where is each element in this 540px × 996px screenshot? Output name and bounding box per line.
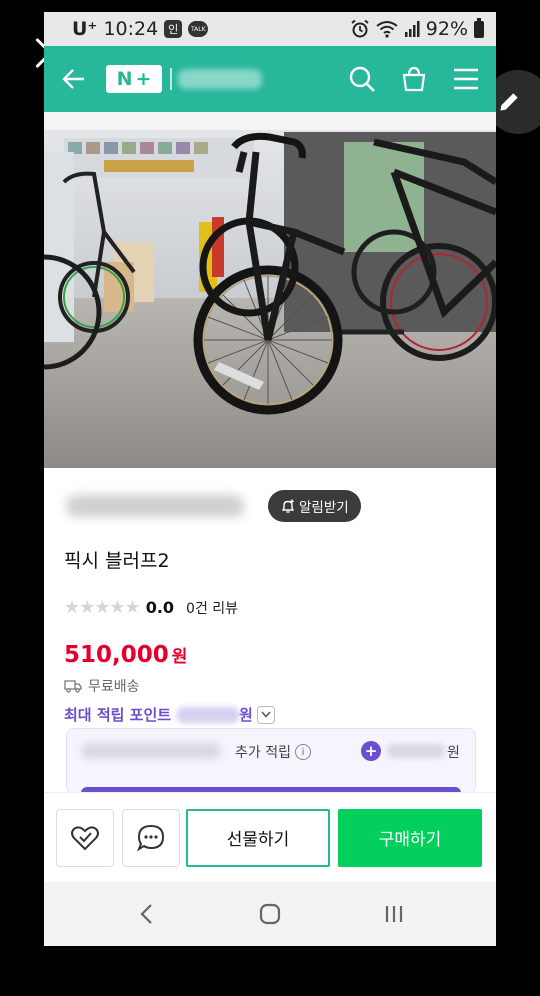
alarm-icon xyxy=(351,19,369,38)
battery-icon xyxy=(474,17,484,38)
product-photo[interactable] xyxy=(44,112,496,468)
price-value: 510,000 xyxy=(64,642,169,668)
shopping-bag-icon[interactable] xyxy=(398,63,430,95)
price-unit: 원 xyxy=(171,647,188,667)
truck-icon xyxy=(64,680,82,693)
alarm-subscribe-button[interactable]: 알림받기 xyxy=(268,490,361,522)
star-rating-icon: ★★★★★ xyxy=(64,597,141,618)
points-label: 최대 적립 포인트 xyxy=(64,706,172,724)
menu-icon[interactable] xyxy=(450,63,482,95)
extra-points-text: 추가 적립 xyxy=(235,745,291,761)
logo-divider xyxy=(170,68,172,90)
rating-row[interactable]: ★★★★★ 0.0 0건 리뷰 xyxy=(64,597,476,618)
buy-button[interactable]: 구매하기 xyxy=(338,808,482,867)
store-name-redacted xyxy=(178,69,262,89)
wifi-icon xyxy=(376,21,398,38)
points-row[interactable]: 최대 적립 포인트 원 xyxy=(64,704,476,725)
logo-n: N xyxy=(116,68,133,90)
shipping-label: 무료배송 xyxy=(88,679,140,695)
carrier-label: U⁺ xyxy=(72,18,98,40)
product-info: 알림받기 픽시 블러프2 ★★★★★ 0.0 0건 리뷰 510,000 원 무… xyxy=(44,480,496,725)
shipping-row: 무료배송 xyxy=(64,676,476,696)
purchase-action-bar: 선물하기 구매하기 xyxy=(44,792,496,882)
points-unit: 원 xyxy=(239,706,253,724)
bell-plus-icon xyxy=(281,499,295,513)
review-count[interactable]: 0건 리뷰 xyxy=(186,598,238,618)
signal-icon xyxy=(404,21,420,37)
wishlist-button[interactable] xyxy=(56,808,114,867)
extra-points-value-redacted xyxy=(387,744,445,758)
search-icon[interactable] xyxy=(346,63,378,95)
status-bar: U⁺ 10:24 인 TALK 92% xyxy=(44,12,496,46)
talk-icon: TALK xyxy=(188,21,209,37)
nav-recents-icon[interactable] xyxy=(374,894,414,934)
chevron-down-icon[interactable] xyxy=(256,705,275,724)
back-arrow-icon[interactable] xyxy=(58,63,90,95)
logo-plus: + xyxy=(135,68,152,90)
phone-screen: U⁺ 10:24 인 TALK 92% N + 알림받기 픽시 블러프2 ★★★… xyxy=(44,12,496,946)
nav-back-icon[interactable] xyxy=(126,894,166,934)
chat-bubble-icon xyxy=(136,824,165,851)
info-icon[interactable]: i xyxy=(294,744,311,760)
nav-home-icon[interactable] xyxy=(250,894,290,934)
app-header: N + xyxy=(44,46,496,112)
clock: 10:24 xyxy=(103,18,159,40)
plus-circle-icon: + xyxy=(361,741,381,761)
seller-row: 알림받기 xyxy=(64,480,476,532)
gift-button[interactable]: 선물하기 xyxy=(186,808,330,867)
price-row: 510,000 원 xyxy=(64,642,476,668)
bicycle-photo xyxy=(44,112,496,468)
heart-check-icon xyxy=(71,825,99,850)
system-navigation-bar xyxy=(44,882,496,946)
card-text-redacted xyxy=(81,743,221,759)
alarm-label: 알림받기 xyxy=(299,500,349,516)
seller-name-redacted xyxy=(66,495,244,517)
naver-plus-logo[interactable]: N + xyxy=(106,65,162,93)
product-title: 픽시 블러프2 xyxy=(64,550,170,572)
battery-percent: 92% xyxy=(425,18,468,40)
points-value-redacted xyxy=(177,706,240,723)
extra-points-card[interactable]: 추가 적립 i + 원 xyxy=(66,728,476,794)
notification-badge: 인 xyxy=(164,20,183,38)
chat-inquiry-button[interactable] xyxy=(122,808,180,867)
extra-points-unit: 원 xyxy=(447,745,460,761)
rating-value: 0.0 xyxy=(145,598,175,617)
pencil-icon xyxy=(500,93,518,111)
extra-points-label: 추가 적립 i xyxy=(235,742,311,762)
